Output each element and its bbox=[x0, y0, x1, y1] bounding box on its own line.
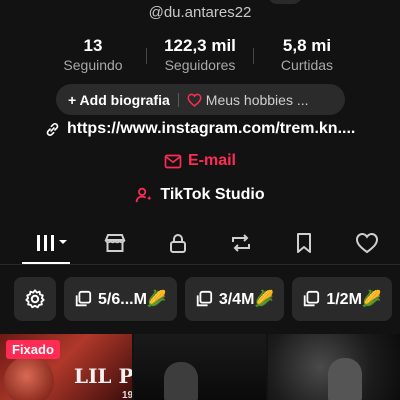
collection-label: 5/6...M🌽 bbox=[98, 291, 167, 308]
studio-label: TikTok Studio bbox=[160, 186, 265, 203]
hobbies-button[interactable]: Meus hobbies ... bbox=[187, 92, 309, 108]
poster-title: LIL P bbox=[74, 364, 132, 388]
heart-outline-icon bbox=[187, 93, 202, 107]
tiktok-studio-button[interactable]: TikTok Studio bbox=[0, 186, 400, 204]
add-bio-label: + Add biografia bbox=[68, 91, 170, 108]
bio-divider bbox=[177, 92, 179, 107]
video-thumbnail[interactable] bbox=[268, 334, 400, 400]
tab-favorites[interactable] bbox=[272, 226, 335, 260]
collection-chip[interactable]: 3/4M🌽 bbox=[184, 277, 285, 321]
thumbnail-image bbox=[4, 356, 54, 400]
bio-link[interactable]: https://www.instagram.com/trem.kn.... bbox=[44, 120, 355, 138]
email-label: E-mail bbox=[187, 152, 236, 169]
video-thumbnail[interactable]: Fixado LIL P 19 bbox=[0, 334, 132, 400]
stat-likes[interactable]: 5,8 mi Curtidas bbox=[254, 36, 360, 74]
collection-settings-button[interactable] bbox=[14, 277, 56, 321]
thumbnail-image bbox=[328, 358, 362, 400]
tab-videos[interactable] bbox=[20, 226, 83, 260]
stat-followers-value: 122,3 mil bbox=[164, 36, 236, 55]
profile-stats: 13 Seguindo 122,3 mil Seguidores 5,8 mi … bbox=[40, 36, 360, 76]
collection-chip[interactable]: 5/6...M🌽 bbox=[64, 277, 177, 321]
lock-icon bbox=[168, 232, 188, 254]
profile-tabs bbox=[0, 226, 400, 260]
stat-likes-label: Curtidas bbox=[280, 57, 334, 73]
collection-label: 3/4M🌽 bbox=[218, 291, 275, 308]
heart-icon bbox=[355, 232, 379, 254]
collection-icon bbox=[195, 290, 213, 308]
collection-icon bbox=[74, 290, 92, 308]
collection-chips: 5/6...M🌽 3/4M🌽 1/2M🌽 bbox=[14, 277, 392, 321]
stat-following-value: 13 bbox=[83, 36, 103, 55]
link-text: https://www.instagram.com/trem.kn.... bbox=[67, 120, 356, 137]
collection-label: 1/2M🌽 bbox=[326, 291, 382, 308]
repost-icon bbox=[229, 232, 253, 254]
mail-icon bbox=[164, 154, 182, 169]
video-thumbnail[interactable] bbox=[134, 334, 266, 400]
collection-chip[interactable]: 1/2M🌽 bbox=[292, 277, 392, 321]
tab-reposts[interactable] bbox=[209, 226, 272, 260]
bookmark-icon bbox=[294, 232, 314, 254]
video-grid: Fixado LIL P 19 bbox=[0, 334, 400, 400]
profile-username: @du.antares22 bbox=[148, 4, 252, 21]
tab-shop[interactable] bbox=[83, 226, 146, 260]
tab-liked[interactable] bbox=[335, 226, 398, 260]
stat-following-label: Seguindo bbox=[63, 57, 123, 73]
thumbnail-image bbox=[164, 362, 198, 400]
stat-followers-label: Seguidores bbox=[164, 57, 236, 73]
poster-number: 19 bbox=[122, 390, 132, 400]
email-button[interactable]: E-mail bbox=[0, 152, 400, 170]
tabs-divider bbox=[0, 264, 400, 265]
gear-icon bbox=[24, 288, 46, 310]
stat-followers[interactable]: 122,3 mil Seguidores bbox=[147, 36, 253, 74]
collection-icon bbox=[302, 290, 320, 308]
pinned-badge: Fixado bbox=[6, 340, 60, 359]
hobbies-label: Meus hobbies ... bbox=[205, 91, 309, 108]
studio-person-icon bbox=[135, 186, 154, 204]
stat-following[interactable]: 13 Seguindo bbox=[40, 36, 146, 74]
bio-row: + Add biografia Meus hobbies ... bbox=[56, 84, 345, 115]
add-bio-button[interactable]: + Add biografia bbox=[68, 92, 170, 108]
shop-icon bbox=[103, 232, 127, 254]
grid-icon bbox=[34, 232, 70, 254]
stat-likes-value: 5,8 mi bbox=[282, 36, 332, 55]
link-icon bbox=[44, 121, 61, 138]
tab-private[interactable] bbox=[146, 226, 209, 260]
